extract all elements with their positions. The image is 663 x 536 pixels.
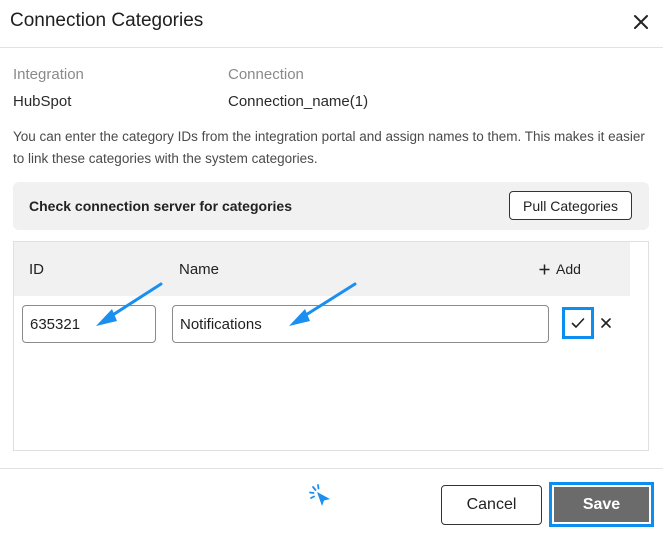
- save-button[interactable]: Save: [549, 482, 654, 527]
- description-text: You can enter the category IDs from the …: [13, 129, 645, 166]
- click-cursor-icon: [309, 484, 330, 506]
- integration-label: Integration: [13, 66, 84, 83]
- close-icon: [634, 15, 648, 29]
- save-label: Save: [554, 487, 649, 522]
- x-icon: [601, 318, 611, 328]
- plus-icon: [539, 264, 550, 274]
- dialog-header: Connection Categories: [0, 0, 663, 48]
- cancel-button[interactable]: Cancel: [441, 485, 542, 525]
- categories-table: ID Name Add: [13, 241, 649, 451]
- connection-categories-dialog: Connection Categories Integration HubSpo…: [0, 0, 663, 536]
- table-header: ID Name Add: [14, 242, 630, 296]
- connection-value: Connection_name(1): [228, 93, 369, 110]
- add-category-button[interactable]: Add: [539, 261, 581, 277]
- column-header-id: ID: [29, 261, 44, 278]
- dialog-title: Connection Categories: [10, 10, 204, 31]
- add-label: Add: [556, 261, 581, 277]
- category-name-input[interactable]: [172, 305, 549, 343]
- check-icon: [571, 318, 585, 328]
- server-check-panel: Check connection server for categories P…: [13, 182, 649, 230]
- confirm-row-button[interactable]: [562, 307, 594, 339]
- footer-divider: [0, 468, 663, 469]
- close-button[interactable]: [628, 9, 654, 35]
- integration-value: HubSpot: [13, 93, 72, 110]
- connection-label: Connection: [228, 66, 304, 83]
- cancel-row-button[interactable]: [598, 314, 614, 332]
- category-id-input[interactable]: [22, 305, 156, 343]
- server-check-text: Check connection server for categories: [29, 198, 292, 214]
- pull-categories-button[interactable]: Pull Categories: [509, 191, 632, 220]
- column-header-name: Name: [179, 261, 220, 278]
